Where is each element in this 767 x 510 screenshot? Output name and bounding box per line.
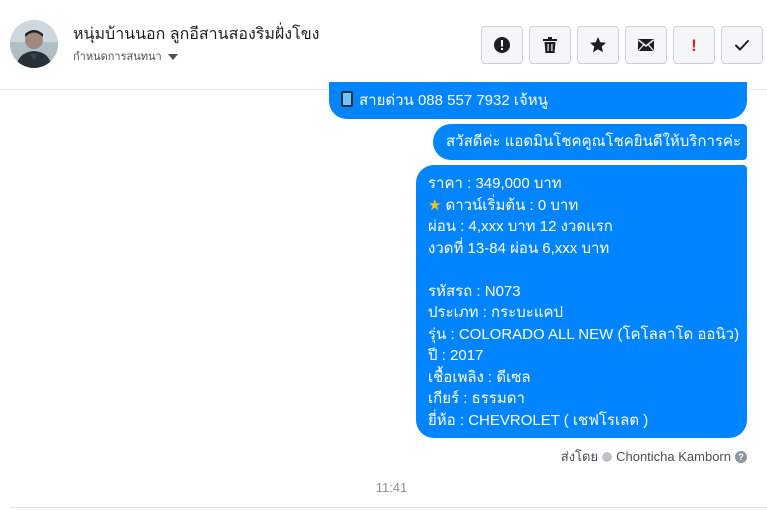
mobile-phone-icon xyxy=(341,91,353,107)
red-exclamation-icon: ! xyxy=(691,35,697,55)
message-line: ประเภท : กระบะแคป xyxy=(428,304,564,321)
check-icon xyxy=(735,40,749,51)
sent-by-label: ส่งโดย xyxy=(560,449,599,464)
star-emoji-icon: ★ xyxy=(428,196,442,214)
message-line: ยี่ห้อ : CHEVROLET ( เชฟโรเลต ) xyxy=(428,411,649,429)
message-line xyxy=(428,259,747,281)
profile-photo-icon xyxy=(10,20,58,68)
message-line: ผ่อน : 4,xxx บาท 12 งวดแรก xyxy=(428,218,613,235)
message-line: รุ่น : COLORADO ALL NEW (โคโลลาโด ออนิว) xyxy=(428,325,740,343)
conversation-schedule-dropdown[interactable]: กำหนดการสนทนา xyxy=(73,47,178,65)
delete-button[interactable] xyxy=(529,26,571,64)
exclamation-circle-icon xyxy=(494,37,510,53)
message-line: งวดที่ 13-84 ผ่อน 6,xxx บาท xyxy=(428,239,610,257)
message-line: เกียร์ : ธรรมดา xyxy=(428,390,525,407)
message-bubble[interactable]: ราคา : 349,000 บาท ★ ดาวน์เริ่มต้น : 0 บา… xyxy=(416,165,747,438)
caret-down-icon xyxy=(167,53,178,60)
trash-icon xyxy=(543,37,557,53)
conversation-header: หนุ่มบ้านนอก ลูกอีสานสองริมฝั่งโขง กำหนด… xyxy=(0,0,767,90)
contact-name[interactable]: หนุ่มบ้านนอก ลูกอีสานสองริมฝั่งโขง xyxy=(73,22,319,47)
message-line: ★ ดาวน์เริ่มต้น : 0 บาท xyxy=(428,196,579,214)
sent-by-info: ส่งโดย Chonticha Kamborn ? xyxy=(561,446,747,467)
message-text: สายด่วน 088 557 7932 เจ้หนู xyxy=(359,92,548,109)
message-line: ปี : 2017 xyxy=(428,347,484,364)
sender-name: Chonticha Kamborn xyxy=(616,449,731,464)
message-line: รหัสรถ : N073 xyxy=(428,282,521,300)
star-button[interactable] xyxy=(577,26,619,64)
mark-unread-button[interactable] xyxy=(625,26,667,64)
sender-status-icon xyxy=(602,451,613,462)
avatar[interactable] xyxy=(10,20,58,68)
spam-button[interactable]: ! xyxy=(673,26,715,64)
message-bubble[interactable]: สวัสดีค่ะ แอดมินโชคคูณโชคยินดีให้บริการค… xyxy=(433,124,747,160)
done-button[interactable] xyxy=(721,26,763,64)
report-button[interactable] xyxy=(481,26,523,64)
star-icon xyxy=(590,37,606,53)
message-text: สวัสดีค่ะ แอดมินโชคคูณโชคยินดีให้บริการค… xyxy=(446,133,742,150)
composer-divider xyxy=(10,507,767,508)
message-line: เชื้อเพลิง : ดีเซล xyxy=(428,368,531,386)
message-line: ราคา : 349,000 บาท xyxy=(428,175,562,192)
envelope-icon xyxy=(638,39,654,51)
message-timestamp: 11:41 xyxy=(375,480,408,495)
help-icon[interactable]: ? xyxy=(735,450,747,463)
schedule-label: กำหนดการสนทนา xyxy=(73,51,162,63)
message-bubble[interactable]: สายด่วน 088 557 7932 เจ้หนู xyxy=(329,82,747,119)
